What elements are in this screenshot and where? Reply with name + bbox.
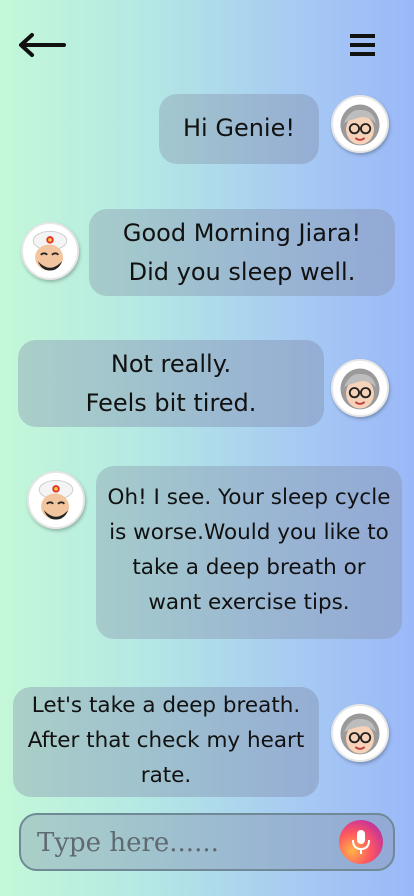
- menu-button[interactable]: [348, 30, 378, 60]
- grandma-avatar-icon: [340, 368, 380, 410]
- message-line: Did you sleep well.: [128, 258, 356, 286]
- chat-bubble-genie: Oh! I see. Your sleep cycle is worse.Wou…: [96, 466, 402, 639]
- top-bar: [0, 0, 414, 80]
- message-line: Hi Genie!: [183, 114, 295, 142]
- message-line: rate.: [140, 763, 192, 788]
- genie-avatar-icon: [32, 230, 68, 271]
- chat-bubble-user: Not really. Feels bit tired.: [18, 340, 324, 427]
- message-line: is worse.Would you like to: [109, 520, 389, 545]
- message-line: Feels bit tired.: [85, 389, 257, 417]
- hamburger-menu-icon: [350, 34, 375, 56]
- message-line: Let's take a deep breath.: [31, 693, 301, 718]
- message-line: want exercise tips.: [148, 590, 350, 615]
- microphone-icon: [352, 830, 370, 854]
- message-input[interactable]: [37, 823, 337, 863]
- grandma-avatar-icon: [340, 104, 380, 146]
- arrow-left-icon: [19, 33, 66, 57]
- message-line: Not really.: [110, 350, 232, 378]
- message-composer: [19, 813, 395, 871]
- grandma-avatar-icon: [340, 713, 380, 755]
- message-line: Oh! I see. Your sleep cycle: [107, 485, 391, 510]
- back-button[interactable]: [16, 30, 68, 60]
- grandma-avatar: [331, 95, 389, 153]
- grandma-avatar: [331, 704, 389, 762]
- message-line: After that check my heart: [27, 728, 305, 753]
- chat-bubble-user: Hi Genie!: [159, 94, 319, 164]
- mic-button[interactable]: [339, 820, 383, 864]
- chat-bubble-user: Let's take a deep breath. After that che…: [13, 687, 319, 797]
- genie-avatar: [27, 471, 85, 529]
- genie-avatar: [21, 222, 79, 280]
- message-line: take a deep breath or: [132, 555, 366, 580]
- chat-bubble-genie: Good Morning Jiara! Did you sleep well.: [89, 209, 395, 296]
- grandma-avatar: [331, 359, 389, 417]
- message-line: Good Morning Jiara!: [122, 219, 362, 247]
- genie-avatar-icon: [38, 479, 74, 520]
